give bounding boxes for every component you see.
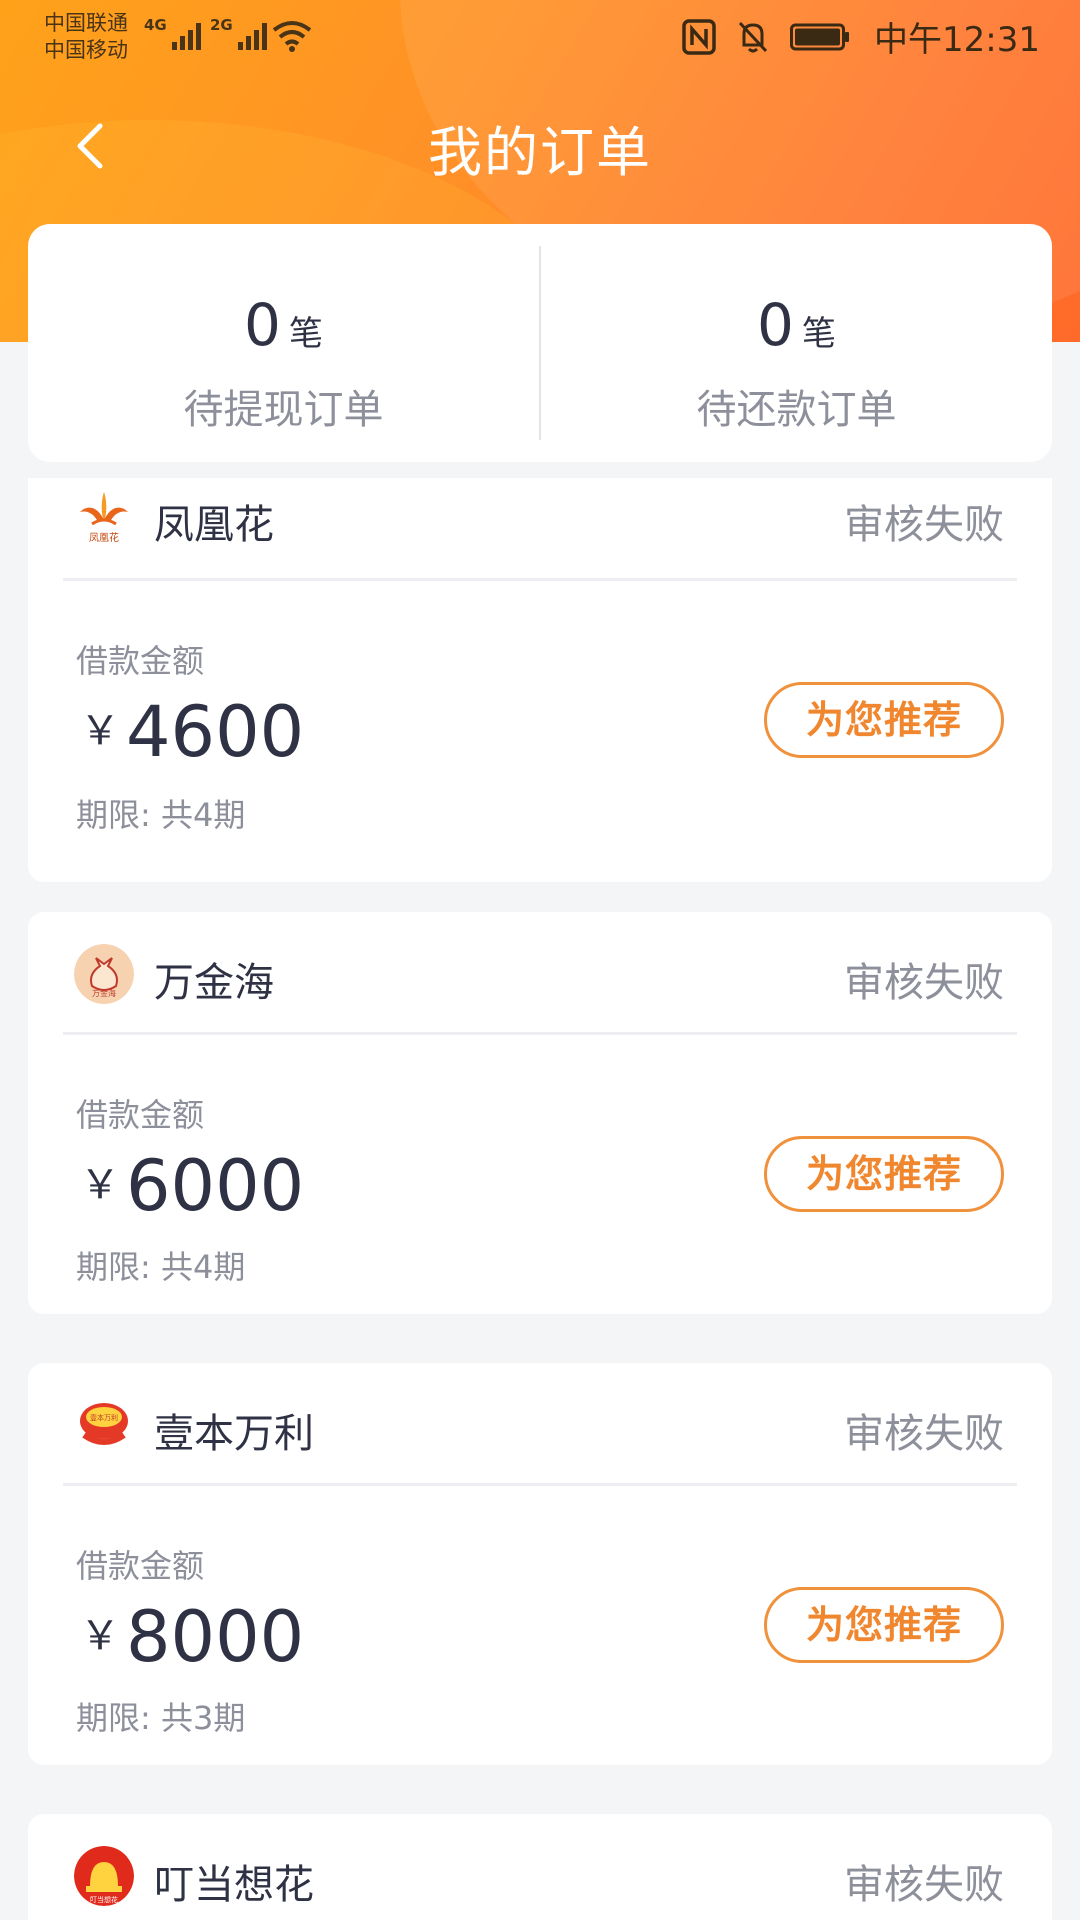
order-card-header: 凤凰花 凤凰花 审核失败 (28, 454, 1052, 574)
signal-1-icon: 4G (144, 16, 201, 50)
signal-2-icon: 2G (210, 16, 267, 50)
recommend-button[interactable]: 为您推荐 (764, 1136, 1004, 1212)
svg-text:凤凰花: 凤凰花 (89, 531, 119, 544)
summary-repay[interactable]: 0笔 待还款订单 (541, 224, 1052, 462)
lender-name: 壹本万利 (154, 1411, 314, 1457)
currency-symbol: ￥ (80, 1613, 120, 1659)
summary-withdraw[interactable]: 0笔 待提现订单 (28, 224, 539, 462)
loan-term: 期限: 共4期 (76, 1248, 246, 1286)
order-summary-card: 0笔 待提现订单 0笔 待还款订单 (28, 224, 1052, 462)
loan-amount: 4600 (126, 691, 305, 773)
status-right-group: 中午12:31 (682, 12, 1040, 61)
order-card[interactable]: 壹本万利 壹本万利 审核失败 借款金额 ￥ 8000 期限: 共3期 为您推荐 (28, 1363, 1052, 1765)
order-card[interactable]: 万金海 万金海 审核失败 借款金额 ￥ 6000 期限: 共4期 为您推荐 (28, 912, 1052, 1314)
order-card[interactable]: 叮当想花 叮当想花 审核失败 (28, 1814, 1052, 1920)
card-divider (63, 1032, 1017, 1035)
order-status: 审核失败 (844, 502, 1004, 548)
amount-row: ￥ 6000 (80, 1148, 304, 1224)
lender-name: 叮当想花 (154, 1862, 314, 1908)
loan-term: 期限: 共3期 (76, 1699, 246, 1737)
svg-text:万金海: 万金海 (92, 988, 116, 998)
repay-label: 待还款订单 (696, 387, 897, 433)
recommend-button[interactable]: 为您推荐 (764, 682, 1004, 758)
loan-amount: 6000 (126, 1145, 305, 1227)
repay-count: 0 (757, 291, 794, 359)
currency-symbol: ￥ (80, 1162, 120, 1208)
wifi-icon (272, 21, 312, 52)
amount-label: 借款金额 (76, 1096, 205, 1134)
card-divider (63, 578, 1017, 581)
carrier-labels: 中国联通 中国移动 (44, 10, 128, 64)
page-title: 我的订单 (428, 121, 652, 184)
ingot-logo-icon: 壹本万利 (74, 1395, 134, 1455)
status-bar: 中国联通 中国移动 4G 2G 中午12:31 (0, 0, 1080, 76)
amount-row: ￥ 8000 (80, 1599, 304, 1675)
withdraw-unit: 笔 (288, 314, 323, 354)
recommend-button[interactable]: 为您推荐 (764, 1587, 1004, 1663)
order-status: 审核失败 (844, 1411, 1004, 1457)
currency-symbol: ￥ (80, 708, 120, 754)
phoenix-logo-icon: 凤凰花 (80, 492, 128, 544)
amount-row: ￥ 4600 (80, 694, 304, 770)
svg-text:叮当想花: 叮当想花 (90, 1895, 118, 1904)
loan-amount: 8000 (126, 1596, 305, 1678)
card-divider (63, 1483, 1017, 1486)
svg-text:壹本万利: 壹本万利 (90, 1413, 118, 1422)
amount-label: 借款金额 (76, 642, 205, 680)
order-card[interactable]: 凤凰花 凤凰花 审核失败 借款金额 ￥ 4600 期限: 共4期 为您推荐 (28, 478, 1052, 882)
carrier-1: 中国联通 (44, 11, 128, 35)
withdraw-label: 待提现订单 (183, 387, 384, 433)
clock: 中午12:31 (874, 20, 1040, 60)
amount-label: 借款金额 (76, 1547, 205, 1585)
nfc-icon (682, 18, 716, 55)
order-card-header: 万金海 万金海 审核失败 (28, 912, 1052, 1032)
money-bag-logo-icon: 万金海 (74, 944, 134, 1004)
bell-muted-icon (738, 21, 768, 52)
withdraw-count: 0 (244, 291, 281, 359)
order-status: 审核失败 (844, 960, 1004, 1006)
lender-name: 万金海 (154, 960, 274, 1006)
order-card-header: 叮当想花 叮当想花 审核失败 (28, 1814, 1052, 1920)
battery-icon (790, 23, 850, 50)
loan-term: 期限: 共4期 (76, 796, 246, 834)
repay-unit: 笔 (801, 314, 836, 354)
order-card-header: 壹本万利 壹本万利 审核失败 (28, 1363, 1052, 1483)
lender-name: 凤凰花 (154, 502, 274, 548)
order-status: 审核失败 (844, 1862, 1004, 1908)
bell-logo-icon: 叮当想花 (74, 1846, 134, 1906)
carrier-2: 中国移动 (44, 38, 128, 62)
